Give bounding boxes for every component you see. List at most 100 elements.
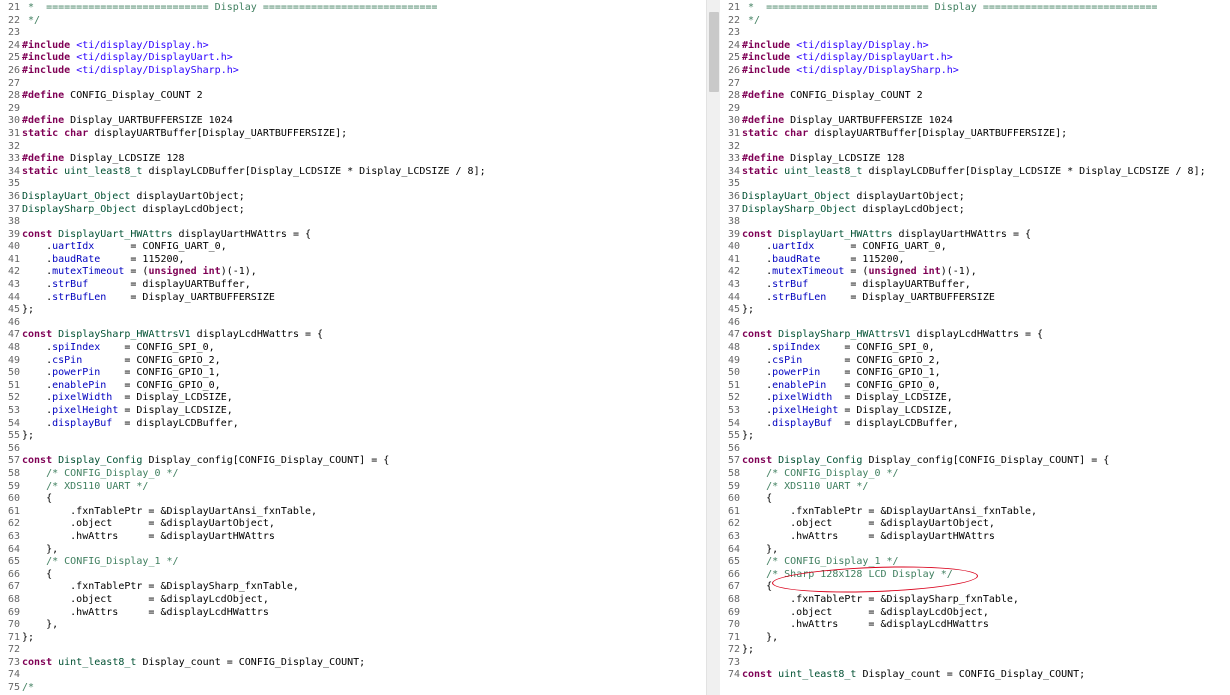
code-token: #include <box>22 52 71 64</box>
code-line: 32 <box>8 141 486 154</box>
code-token: const <box>22 228 53 240</box>
code-token: Display_LCDSIZE 128 <box>64 153 185 165</box>
line-number: 55 <box>8 430 21 442</box>
code-line: 57 const Display_Config Display_config[CO… <box>8 455 486 468</box>
line-number: 36 <box>728 190 741 202</box>
code-line: 52 .pixelWidth = Display_LCDSIZE, <box>8 392 486 405</box>
line-number: 61 <box>8 505 21 517</box>
vertical-scrollbar[interactable] <box>706 0 720 695</box>
code-line: 53 .pixelHeight = Display_LCDSIZE, <box>728 405 1206 418</box>
code-line: 67 .fxnTablePtr = &DisplaySharp_fxnTable… <box>8 581 486 594</box>
line-number: 50 <box>728 367 741 379</box>
line-number: 57 <box>728 455 741 467</box>
line-number: 68 <box>728 593 741 605</box>
line-number: 69 <box>728 606 741 618</box>
line-number: 51 <box>728 379 741 391</box>
code-token: <ti/display/DisplaySharp.h> <box>76 64 239 76</box>
line-number: 73 <box>8 656 21 668</box>
code-token: . <box>742 342 773 354</box>
code-token: displayLcdHWattrs = { <box>190 329 324 341</box>
code-token: DisplayUart_Object <box>22 190 131 202</box>
line-number: 25 <box>8 52 21 64</box>
code-token: = CONFIG_GPIO_0, <box>106 379 221 391</box>
code-token: = Display_LCDSIZE, <box>832 392 953 404</box>
code-token: #define <box>22 90 65 102</box>
code-line: 47 const DisplaySharp_HWAttrsV1 displayLc… <box>728 329 1206 342</box>
code-token: DisplaySharp_Object <box>22 203 137 215</box>
line-number: 38 <box>8 216 21 228</box>
code-token: Display_config[CONFIG_Display_COUNT] = { <box>862 455 1110 467</box>
code-token: static <box>742 165 779 177</box>
code-line: 23 <box>728 27 1206 40</box>
code-line: 35 <box>8 178 486 191</box>
code-line: 72}; <box>728 644 1206 657</box>
code-line: 22 */ <box>728 15 1206 28</box>
code-line: 61 .fxnTablePtr = &DisplayUartAnsi_fxnTa… <box>8 506 486 519</box>
code-token: pixelHeight <box>772 405 839 416</box>
line-number: 40 <box>8 241 21 253</box>
code-token: . <box>742 417 773 429</box>
code-token: . <box>22 417 53 429</box>
line-number: 49 <box>728 354 741 366</box>
code-line: 68 .fxnTablePtr = &DisplaySharp_fxnTable… <box>728 594 1206 607</box>
code-token: }; <box>742 304 755 316</box>
code-token: = CONFIG_GPIO_2, <box>82 354 221 366</box>
code-line: 48 .spiIndex = CONFIG_SPI_0, <box>728 342 1206 355</box>
code-line: 23 <box>8 27 486 40</box>
line-number: 33 <box>728 153 741 165</box>
line-number: 29 <box>728 102 741 114</box>
code-line: 38 <box>728 216 1206 229</box>
line-number: 59 <box>8 480 21 492</box>
code-token: pixelHeight <box>52 405 119 416</box>
code-token: const <box>742 329 773 341</box>
code-line: 55}; <box>728 430 1206 443</box>
code-token: displayBuf <box>52 417 113 429</box>
line-number: 28 <box>8 90 21 102</box>
code-line: 74 const uint_least8_t Display_count = CO… <box>728 669 1206 682</box>
code-token: const <box>22 329 53 341</box>
line-number: 37 <box>728 203 741 215</box>
line-number: 60 <box>728 493 741 505</box>
code-token: = displayUARTBuffer, <box>808 279 971 291</box>
code-token: displayUartObject; <box>850 190 965 202</box>
code-token: }; <box>22 430 35 442</box>
right-code-pane[interactable]: 21 * =========================== Display… <box>720 0 1230 695</box>
code-token: = Display_UARTBUFFERSIZE <box>826 291 995 303</box>
left-code-pane[interactable]: 21 * =========================== Display… <box>0 0 706 695</box>
code-line: 44 .strBufLen = Display_UARTBUFFERSIZE <box>728 292 1206 305</box>
code-token: . <box>22 367 53 379</box>
code-line: 31 static char displayUARTBuffer[Display_… <box>8 128 486 141</box>
code-line: 51 .enablePin = CONFIG_GPIO_0, <box>8 380 486 393</box>
code-token: = CONFIG_UART_0, <box>814 241 947 253</box>
code-token: /* CONFIG_Display_1 */ <box>766 556 899 568</box>
code-token: Display_count = CONFIG_Display_COUNT; <box>136 656 366 668</box>
code-token: = CONFIG_UART_0, <box>94 241 227 253</box>
line-number: 39 <box>8 228 21 240</box>
line-number: 55 <box>728 430 741 442</box>
code-token: uartIdx <box>772 241 815 253</box>
code-line: 62 .object = &displayUartObject, <box>728 518 1206 531</box>
code-token: const <box>742 228 773 240</box>
line-number: 45 <box>8 304 21 316</box>
code-token: = Display_LCDSIZE, <box>118 405 233 416</box>
code-line: 28 #define CONFIG_Display_COUNT 2 <box>8 90 486 103</box>
code-line: 46 <box>8 317 486 330</box>
code-line: 63 .hwAttrs = &displayUartHWAttrs <box>728 531 1206 544</box>
line-number: 66 <box>728 568 741 580</box>
code-token: .object = &displayLcdObject, <box>22 593 269 605</box>
line-number: 48 <box>8 342 21 354</box>
code-token: /* CONFIG_Display_0 */ <box>46 467 179 479</box>
line-number: 38 <box>728 216 741 228</box>
scrollbar-thumb[interactable] <box>709 12 719 92</box>
line-number: 43 <box>728 279 741 291</box>
code-token: static char <box>22 127 89 139</box>
code-token: pixelWidth <box>52 392 113 404</box>
code-token: DisplayUart_Object <box>742 190 851 202</box>
line-number: 62 <box>8 518 21 530</box>
code-token: = 115200, <box>820 253 905 265</box>
line-number: 59 <box>728 480 741 492</box>
code-token: = displayLCDBuffer, <box>832 417 959 429</box>
code-token: mutexTimeout <box>52 266 125 278</box>
